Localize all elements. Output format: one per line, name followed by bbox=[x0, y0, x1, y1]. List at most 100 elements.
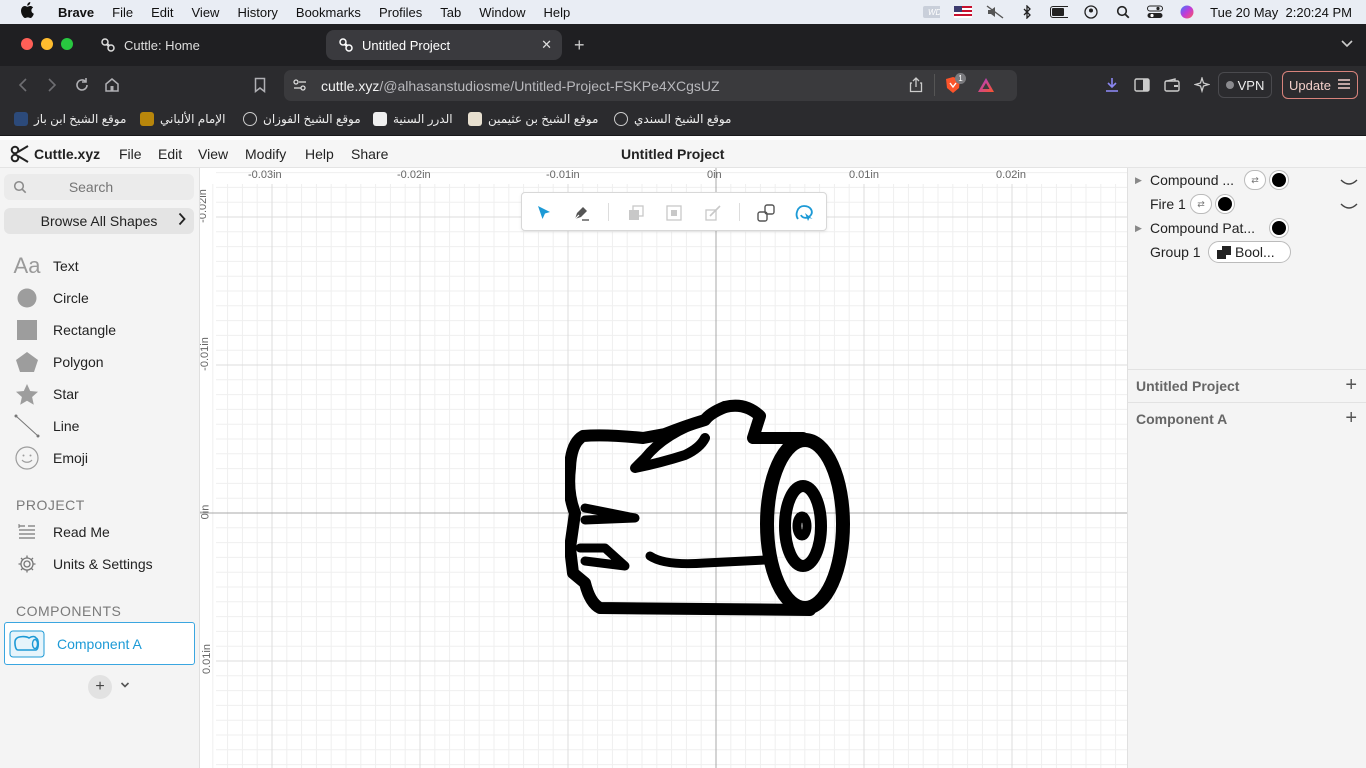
section-component-a[interactable]: Component A + bbox=[1128, 402, 1366, 434]
project-item-units-settings[interactable]: Units & Settings bbox=[12, 550, 192, 578]
boolean-intersect-tool-icon[interactable] bbox=[702, 202, 724, 224]
visibility-eye-icon[interactable] bbox=[1340, 202, 1358, 210]
bookmark-icon[interactable] bbox=[251, 76, 269, 94]
home-icon[interactable] bbox=[103, 76, 121, 94]
url-bar[interactable]: cuttle.xyz/@alhasanstudiosme/Untitled-Pr… bbox=[284, 70, 1017, 101]
siri-icon[interactable] bbox=[1178, 5, 1196, 19]
fill-color-swatch[interactable] bbox=[1270, 219, 1288, 237]
canvas[interactable]: -0.03in -0.02in -0.01in 0in 0.01in 0.02i… bbox=[200, 168, 1127, 768]
battery-icon[interactable] bbox=[1050, 5, 1069, 19]
project-item-readme[interactable]: Read Me bbox=[12, 518, 192, 546]
bookmark-item[interactable]: الإمام الألباني bbox=[140, 112, 225, 126]
site-settings-icon[interactable] bbox=[292, 77, 308, 96]
layer-row[interactable]: Fire 1 ⇄ bbox=[1128, 192, 1366, 216]
flag-us-icon[interactable] bbox=[954, 5, 973, 19]
brave-rewards-icon[interactable] bbox=[977, 77, 995, 96]
tab-list-chevron-icon[interactable] bbox=[1340, 37, 1354, 52]
shape-item-circle[interactable]: Circle bbox=[12, 284, 192, 312]
shape-item-text[interactable]: Aa Text bbox=[12, 252, 192, 280]
layer-row[interactable]: ▶ Compound Pat... bbox=[1128, 216, 1366, 240]
update-button[interactable]: Update bbox=[1282, 71, 1358, 99]
menu-file[interactable]: File bbox=[103, 5, 142, 20]
cuttle-logo[interactable]: Cuttle.xyz bbox=[10, 145, 100, 163]
mute-icon[interactable] bbox=[986, 5, 1004, 19]
bookmark-item[interactable]: الدرر السنية bbox=[373, 112, 453, 126]
menu-help[interactable]: Help bbox=[535, 5, 580, 20]
shape-item-polygon[interactable]: Polygon bbox=[12, 348, 192, 376]
wd-icon[interactable]: WD bbox=[922, 5, 941, 19]
link-tool-icon[interactable] bbox=[755, 202, 777, 224]
swap-direction-icon[interactable]: ⇄ bbox=[1244, 170, 1266, 190]
app-menu-help[interactable]: Help bbox=[305, 146, 334, 162]
boolean-subtract-tool-icon[interactable] bbox=[663, 202, 685, 224]
add-icon[interactable]: + bbox=[1345, 374, 1357, 397]
shape-item-line[interactable]: Line bbox=[12, 412, 192, 440]
expand-triangle-icon[interactable]: ▶ bbox=[1135, 175, 1142, 186]
close-tab-icon[interactable]: ✕ bbox=[541, 37, 552, 53]
wallet-icon[interactable] bbox=[1163, 76, 1181, 94]
spotlight-icon[interactable] bbox=[1114, 5, 1132, 19]
url-text[interactable]: cuttle.xyz/@alhasanstudiosme/Untitled-Pr… bbox=[321, 78, 720, 94]
user-icon[interactable] bbox=[1082, 5, 1100, 19]
back-icon[interactable] bbox=[14, 76, 32, 94]
maximize-window-button[interactable] bbox=[61, 38, 73, 50]
minimize-window-button[interactable] bbox=[41, 38, 53, 50]
reload-icon[interactable] bbox=[73, 76, 91, 94]
shape-item-star[interactable]: Star bbox=[12, 380, 192, 408]
app-menu-file[interactable]: File bbox=[119, 146, 142, 162]
tab-untitled-project[interactable]: Untitled Project ✕ bbox=[326, 30, 562, 60]
menu-bookmarks[interactable]: Bookmarks bbox=[287, 5, 370, 20]
share-icon[interactable] bbox=[909, 77, 923, 96]
chevron-down-icon[interactable] bbox=[120, 678, 130, 692]
app-menu-share[interactable]: Share bbox=[351, 146, 388, 162]
close-window-button[interactable] bbox=[21, 38, 33, 50]
search-input[interactable] bbox=[4, 179, 194, 195]
menu-app-brave[interactable]: Brave bbox=[58, 5, 103, 20]
add-icon[interactable]: + bbox=[1345, 407, 1357, 430]
app-menu-modify[interactable]: Modify bbox=[245, 146, 286, 162]
swap-direction-icon[interactable]: ⇄ bbox=[1190, 194, 1212, 214]
menu-window[interactable]: Window bbox=[470, 5, 534, 20]
menu-edit[interactable]: Edit bbox=[142, 5, 182, 20]
boolean-badge[interactable]: Bool... bbox=[1208, 241, 1291, 263]
expand-triangle-icon[interactable]: ▶ bbox=[1135, 223, 1142, 234]
leo-ai-icon[interactable] bbox=[1193, 76, 1211, 94]
layer-row[interactable]: ▶ Compound ... ⇄ bbox=[1128, 168, 1366, 192]
control-center-icon[interactable] bbox=[1146, 5, 1164, 19]
menu-history[interactable]: History bbox=[228, 5, 286, 20]
lasso-tool-icon[interactable] bbox=[793, 202, 815, 224]
project-title[interactable]: Untitled Project bbox=[621, 146, 724, 162]
layer-row[interactable]: Group 1 Bool... bbox=[1128, 240, 1366, 264]
downloads-icon[interactable] bbox=[1103, 76, 1121, 94]
log-drawing[interactable] bbox=[565, 398, 865, 638]
sidebar-toggle-icon[interactable] bbox=[1133, 76, 1151, 94]
bluetooth-icon[interactable] bbox=[1018, 5, 1036, 19]
shape-item-rectangle[interactable]: Rectangle bbox=[12, 316, 192, 344]
fill-color-swatch[interactable] bbox=[1270, 171, 1288, 189]
app-menu-edit[interactable]: Edit bbox=[158, 146, 182, 162]
vpn-button[interactable]: VPN bbox=[1218, 72, 1272, 98]
clock-text[interactable]: Tue 20 May 2:20:24 PM bbox=[1210, 5, 1352, 20]
bookmark-item[interactable]: موقع الشيخ ابن باز bbox=[14, 112, 126, 126]
apple-icon[interactable] bbox=[20, 2, 40, 22]
select-tool-icon[interactable] bbox=[533, 202, 555, 224]
menu-view[interactable]: View bbox=[183, 5, 229, 20]
fill-color-swatch[interactable] bbox=[1216, 195, 1234, 213]
section-untitled-project[interactable]: Untitled Project + bbox=[1128, 369, 1366, 401]
bookmark-item[interactable]: موقع الشيخ الفوزان bbox=[243, 112, 361, 126]
tab-cuttle-home[interactable]: Cuttle: Home bbox=[88, 30, 320, 60]
search-box[interactable] bbox=[4, 174, 194, 200]
app-menu-view[interactable]: View bbox=[198, 146, 228, 162]
visibility-eye-icon[interactable] bbox=[1340, 178, 1358, 186]
bookmark-item[interactable]: موقع الشيخ بن عثيمين bbox=[468, 112, 598, 126]
add-component-button[interactable]: + bbox=[88, 675, 112, 699]
forward-icon[interactable] bbox=[43, 76, 61, 94]
pen-tool-icon[interactable] bbox=[570, 202, 592, 224]
component-a-item[interactable]: Component A bbox=[4, 622, 195, 665]
new-tab-icon[interactable]: + bbox=[574, 35, 585, 56]
boolean-union-tool-icon[interactable] bbox=[625, 202, 647, 224]
shape-item-emoji[interactable]: Emoji bbox=[12, 444, 192, 472]
menu-tab[interactable]: Tab bbox=[431, 5, 470, 20]
bookmark-item[interactable]: موقع الشيخ السندي bbox=[614, 112, 732, 126]
menu-profiles[interactable]: Profiles bbox=[370, 5, 431, 20]
